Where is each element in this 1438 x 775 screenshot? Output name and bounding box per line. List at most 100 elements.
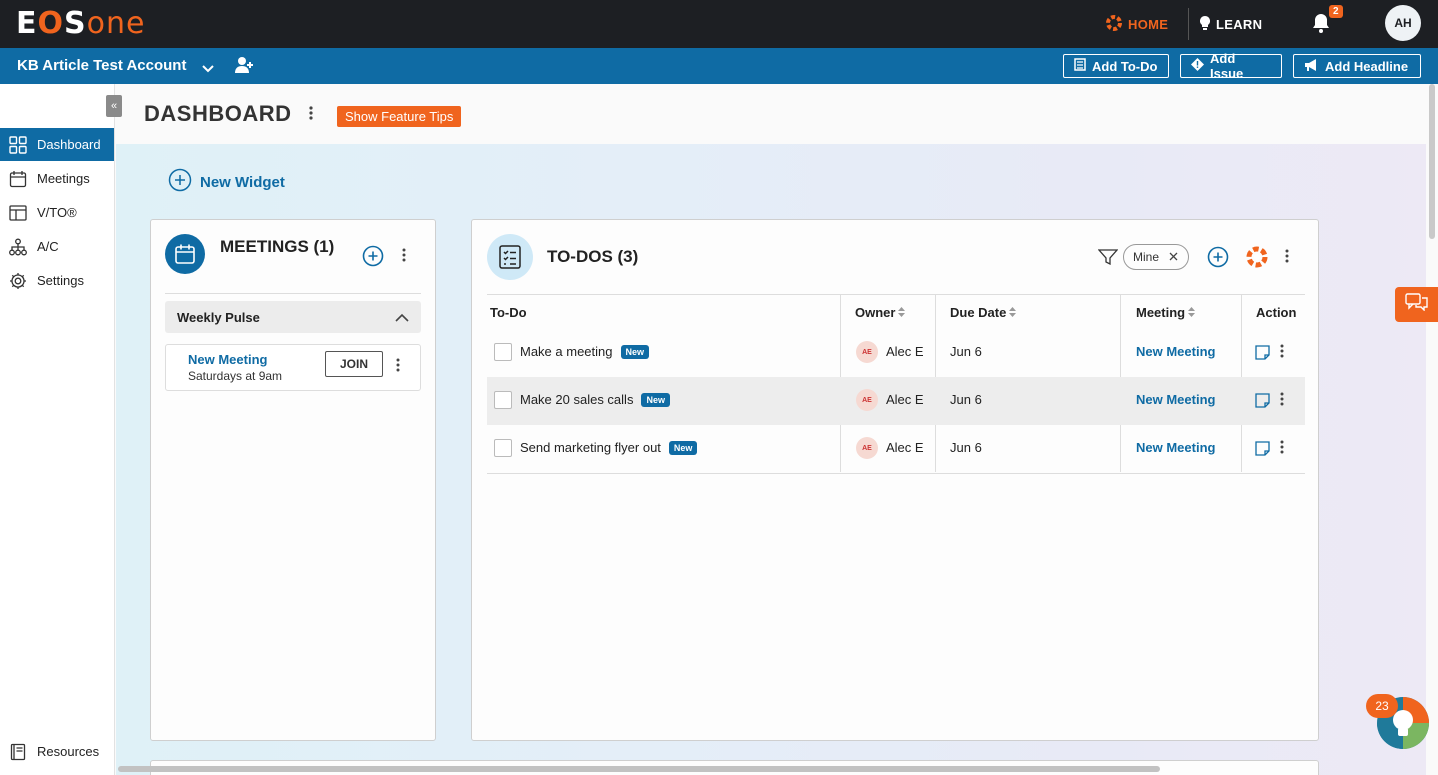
table-row[interactable]: Make a meeting New AE Alec E Jun 6 New Me…	[487, 329, 1305, 377]
divider	[487, 473, 1305, 474]
add-user-icon[interactable]	[235, 56, 255, 79]
meeting-group-header[interactable]: Weekly Pulse	[165, 301, 421, 333]
new-badge: New	[620, 344, 650, 359]
new-widget-button[interactable]: New Widget	[168, 168, 285, 196]
add-headline-button[interactable]: Add Headline	[1293, 54, 1421, 78]
sidebar-item-settings[interactable]: Settings	[0, 264, 114, 297]
owner-name: Alec E	[886, 392, 924, 407]
double-chevron-left-icon: «	[110, 100, 118, 112]
gear-icon	[8, 271, 28, 291]
kebab-menu-icon[interactable]	[1280, 440, 1284, 459]
note-icon[interactable]	[1255, 441, 1270, 461]
todo-checkbox[interactable]	[494, 439, 512, 457]
column-header-action: Action	[1256, 305, 1297, 320]
eos-one-logo[interactable]: EOSone	[16, 6, 145, 41]
kebab-menu-icon[interactable]	[1280, 392, 1284, 411]
owner-name: Alec E	[886, 440, 924, 455]
kebab-menu-icon[interactable]	[1285, 249, 1289, 268]
calendar-icon	[165, 234, 205, 274]
table-icon	[8, 203, 28, 223]
sidebar-item-meetings[interactable]: Meetings	[0, 162, 114, 195]
new-badge: New	[641, 392, 670, 407]
todos-widget-title: TO-DOS (3)	[547, 247, 639, 266]
add-issue-button[interactable]: Add Issue	[1180, 51, 1282, 81]
meeting-item[interactable]: New Meeting Saturdays at 9am JOIN	[165, 344, 421, 391]
due-date[interactable]: Jun 6	[950, 392, 982, 407]
owner-avatar: AE	[856, 389, 878, 411]
bell-icon[interactable]	[1311, 12, 1331, 34]
chat-bubbles-icon	[1404, 293, 1429, 316]
filter-icon[interactable]	[1097, 249, 1119, 270]
todo-name[interactable]: Send marketing flyer out New	[520, 440, 698, 455]
home-label: HOME	[1128, 16, 1169, 32]
todo-name[interactable]: Make a meeting New	[520, 344, 650, 359]
due-date[interactable]: Jun 6	[950, 440, 982, 455]
sidebar-item-dashboard[interactable]: Dashboard	[0, 128, 114, 161]
diamond-alert-icon	[1191, 58, 1204, 74]
sidebar-item-resources[interactable]: Resources	[0, 735, 114, 768]
add-todo-icon[interactable]	[1207, 246, 1229, 273]
add-meeting-icon[interactable]	[362, 245, 384, 272]
close-icon[interactable]	[1169, 250, 1178, 264]
kebab-menu-icon[interactable]	[396, 358, 400, 377]
meetings-widget: MEETINGS (1) Weekly Pulse New Meeting Sa…	[150, 219, 436, 741]
chevron-down-icon[interactable]	[202, 60, 214, 78]
show-feature-tips-button[interactable]: Show Feature Tips	[337, 106, 462, 127]
feedback-tab[interactable]	[1395, 287, 1438, 322]
home-link[interactable]: HOME	[1106, 0, 1168, 48]
checklist-icon	[1074, 58, 1086, 74]
kebab-menu-icon[interactable]	[1280, 344, 1284, 363]
table-row[interactable]: Make 20 sales calls New AE Alec E Jun 6 N…	[487, 377, 1305, 425]
join-button[interactable]: JOIN	[325, 351, 383, 377]
divider	[1188, 8, 1189, 40]
collapse-sidebar-button[interactable]: «	[106, 95, 122, 117]
chevron-up-icon[interactable]	[395, 310, 409, 325]
column-header-owner[interactable]: Owner	[855, 305, 906, 320]
meeting-name[interactable]: New Meeting	[188, 352, 267, 367]
sidebar: Dashboard Meetings V/TO® A/C Settings Re…	[0, 84, 115, 775]
eos-wheel-icon	[1106, 14, 1122, 34]
meeting-link[interactable]: New Meeting	[1136, 344, 1215, 359]
sidebar-item-vto[interactable]: V/TO®	[0, 196, 114, 229]
todo-checkbox[interactable]	[494, 343, 512, 361]
meeting-link[interactable]: New Meeting	[1136, 440, 1215, 455]
sidebar-item-ac[interactable]: A/C	[0, 230, 114, 263]
sort-icon	[1009, 305, 1017, 320]
learn-label: LEARN	[1216, 16, 1263, 32]
filter-chip-mine[interactable]: Mine	[1123, 244, 1189, 270]
divider	[165, 293, 421, 294]
todos-widget: TO-DOS (3) Mine To-Do Owner Due Date Mee…	[471, 219, 1319, 741]
calendar-icon	[8, 169, 28, 189]
column-header-todo: To-Do	[490, 305, 527, 320]
todo-checkbox[interactable]	[494, 391, 512, 409]
new-badge: New	[668, 440, 698, 455]
kebab-menu-icon[interactable]	[309, 106, 313, 125]
notification-badge: 2	[1329, 5, 1343, 18]
note-icon[interactable]	[1255, 393, 1270, 413]
account-bar: KB Article Test Account Add To-Do Add Is…	[0, 48, 1438, 84]
due-date[interactable]: Jun 6	[950, 344, 982, 359]
meeting-link[interactable]: New Meeting	[1136, 392, 1215, 407]
column-header-meeting[interactable]: Meeting	[1136, 305, 1196, 320]
note-icon[interactable]	[1255, 345, 1270, 365]
meetings-widget-title: MEETINGS (1)	[220, 237, 335, 256]
eos-wheel-icon[interactable]	[1246, 246, 1268, 273]
user-avatar[interactable]: AH	[1385, 5, 1421, 41]
top-navbar: EOSone HOME LEARN 2 AH	[0, 0, 1438, 48]
kebab-menu-icon[interactable]	[402, 248, 406, 267]
checklist-icon	[487, 234, 533, 280]
todo-name[interactable]: Make 20 sales calls New	[520, 392, 670, 407]
table-row[interactable]: Send marketing flyer out New AE Alec E Ju…	[487, 425, 1305, 473]
learn-link[interactable]: LEARN	[1200, 0, 1262, 48]
column-header-due-date[interactable]: Due Date	[950, 305, 1017, 320]
lightbulb-icon	[1200, 15, 1210, 33]
help-count-badge: 23	[1366, 694, 1398, 718]
add-todo-button[interactable]: Add To-Do	[1063, 54, 1169, 78]
account-name[interactable]: KB Article Test Account	[17, 57, 186, 74]
megaphone-icon	[1304, 58, 1319, 74]
horizontal-scrollbar[interactable]	[118, 766, 1160, 772]
todos-table: To-Do Owner Due Date Meeting Action Make…	[487, 294, 1305, 474]
vertical-scrollbar[interactable]	[1429, 84, 1435, 239]
owner-name: Alec E	[886, 344, 924, 359]
plus-circle-icon	[168, 168, 192, 196]
